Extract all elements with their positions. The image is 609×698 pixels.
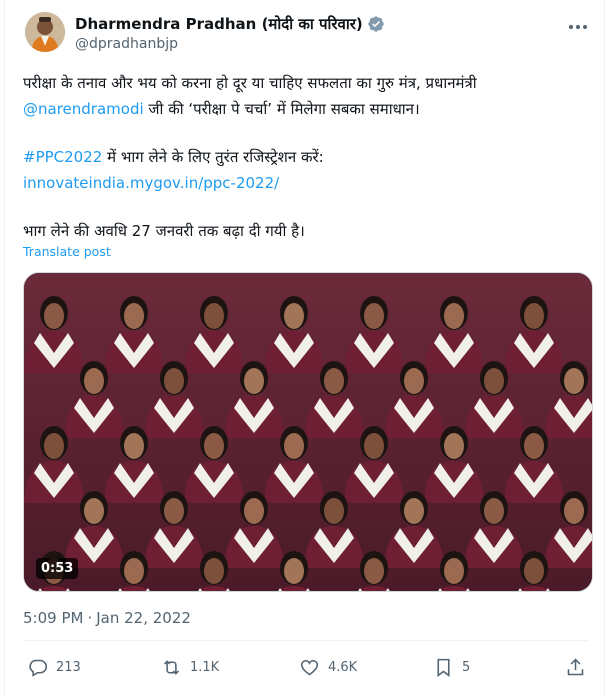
video-duration: 0:53 [36,558,79,579]
student-face [164,498,184,524]
student-face [204,558,224,584]
repost-button[interactable]: 1.1K [161,652,219,682]
reply-count: 213 [56,659,81,675]
student-face [44,303,64,329]
more-dot-icon [569,25,573,29]
student-face [484,368,504,394]
student-face [524,433,544,459]
student-face [84,368,104,394]
more-dot-icon [576,25,580,29]
bookmark-button[interactable]: 5 [433,652,470,682]
reply-button[interactable]: 213 [27,652,81,682]
divider [23,640,588,641]
student-face [124,303,144,329]
mention-link[interactable]: @narendramodi [23,100,144,118]
student-face [244,498,264,524]
post-timestamp: 5:09 PM · Jan 22, 2022 [23,609,191,627]
tweet-card: Dharmendra Pradhan (मोदी का परिवार) @dpr… [4,0,605,698]
student-face [124,558,144,584]
tweet-line-2: @narendramodi जी की ‘परीक्षा पे चर्चा’ म… [23,96,593,122]
heart-icon [300,659,319,675]
student-face [284,303,304,329]
student-face [484,498,504,524]
more-dot-icon [583,25,587,29]
student-face [324,498,344,524]
share-button[interactable] [565,652,586,682]
student-face [124,433,144,459]
student-face [364,558,384,584]
student-face [364,303,384,329]
verified-badge-icon [367,15,385,33]
hashtag-link[interactable]: #PPC2022 [23,148,102,166]
author-handle[interactable]: @dpradhanbjp [75,35,178,53]
student-face [284,433,304,459]
student-face [204,433,224,459]
student-face [404,368,424,394]
student-face [204,303,224,329]
student-face [444,433,464,459]
student-face [84,498,104,524]
student-face [564,498,584,524]
student-face [44,433,64,459]
tweet-line-2-text: जी की ‘परीक्षा पे चर्चा’ में मिलेगा सबका… [143,100,420,118]
post-time[interactable]: 5:09 PM [23,609,83,627]
student-face [524,558,544,584]
repost-icon [163,659,180,675]
bookmark-icon [437,658,450,677]
student-face [444,303,464,329]
tweet-line-3-text: में भाग लेने के लिए तुरंत रजिस्ट्रेशन कर… [102,148,324,166]
student-face [404,498,424,524]
tweet-text: परीक्षा के तनाव और भय को करना हो दूर या … [23,70,593,244]
url-link[interactable]: innovateindia.mygov.in/ppc-2022/ [23,174,279,192]
bookmark-count: 5 [462,659,471,675]
avatar-photo [25,12,65,52]
student-face [564,368,584,394]
student-face [324,368,344,394]
avatar[interactable] [25,12,65,52]
reply-icon [29,659,48,677]
post-date[interactable]: Jan 22, 2022 [96,609,191,627]
student-face [524,303,544,329]
timestamp-separator: · [87,609,93,627]
student-face [364,433,384,459]
share-icon [567,658,584,675]
author-name-row: Dharmendra Pradhan (मोदी का परिवार) [75,14,385,34]
tweet-line-1: परीक्षा के तनाव और भय को करना हो दूर या … [23,74,477,92]
student-face [244,368,264,394]
action-bar: 213 1.1K 4.6K 5 [23,652,593,682]
repost-count: 1.1K [190,659,220,675]
tweet-line-3: #PPC2022 में भाग लेने के लिए तुरंत रजिस्… [23,144,593,170]
author-display-name[interactable]: Dharmendra Pradhan (मोदी का परिवार) [75,14,363,34]
student-face [444,558,464,584]
translate-post-link[interactable]: Translate post [23,244,111,259]
student-face [164,368,184,394]
video-thumbnail [24,273,592,591]
like-count: 4.6K [328,659,358,675]
student-face [284,558,304,584]
tweet-line-5: भाग लेने की अवधि 27 जनवरी तक बढ़ा दी गयी… [23,222,305,240]
tweet-line-4: innovateindia.mygov.in/ppc-2022/ [23,170,593,196]
video-player[interactable]: 0:53 [23,272,593,592]
more-options-button[interactable] [564,16,592,38]
like-button[interactable]: 4.6K [299,652,357,682]
